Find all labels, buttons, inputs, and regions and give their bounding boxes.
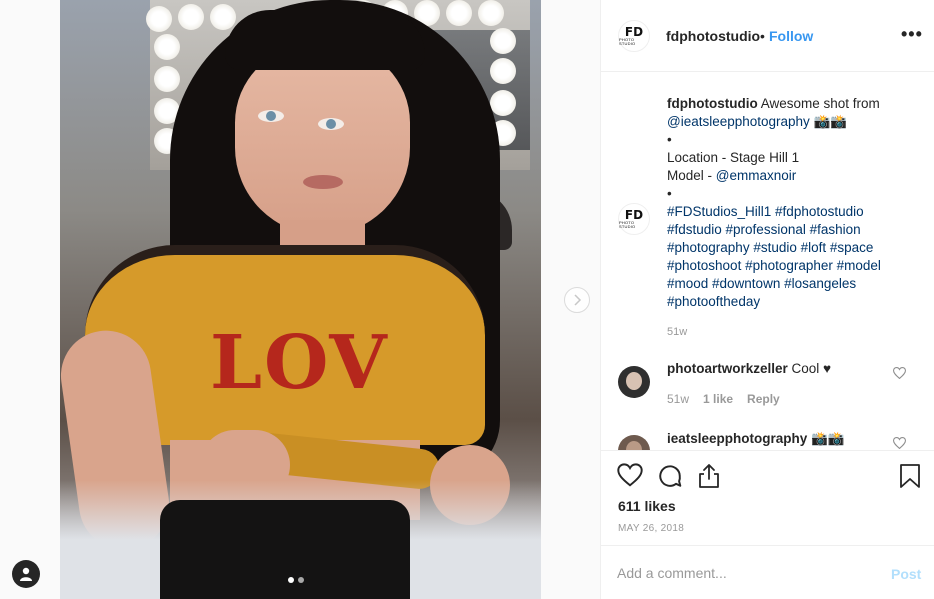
comment-username[interactable]: ieatsleepphotography xyxy=(667,431,807,446)
commenter-avatar[interactable] xyxy=(618,435,650,450)
logo-text: FD xyxy=(624,24,644,39)
comments-section[interactable]: FD PHOTO STUDIO fdphotostudio Awesome sh… xyxy=(601,73,934,450)
reply-button[interactable]: Reply xyxy=(747,392,780,406)
caption-timestamp: 51w xyxy=(667,326,688,338)
comment-text: Cool ♥ xyxy=(791,361,832,376)
logo-text: FD xyxy=(624,207,644,222)
caption-username[interactable]: fdphotostudio xyxy=(667,96,758,111)
eye xyxy=(258,110,284,122)
like-heart-icon[interactable] xyxy=(617,463,643,487)
commenter-avatar[interactable] xyxy=(618,366,650,398)
bookmark-icon[interactable] xyxy=(899,463,921,489)
comment-likes-link[interactable]: 1 like xyxy=(703,392,733,406)
post-side-panel: FD PHOTO STUDIO fdphotostudio • Follow •… xyxy=(600,0,934,599)
hashtag-line[interactable]: #photooftheday xyxy=(667,293,912,311)
caption-model-label: Model - xyxy=(667,168,716,183)
comment-username[interactable]: photoartworkzeller xyxy=(667,361,788,376)
separator-dot: • xyxy=(760,28,765,44)
post-date: MAY 26, 2018 xyxy=(618,523,685,534)
vanity-bulb xyxy=(478,0,504,26)
carousel-indicator xyxy=(288,577,304,583)
comment-text: 📸📸 xyxy=(811,431,845,446)
post-header: FD PHOTO STUDIO fdphotostudio • Follow •… xyxy=(601,0,934,72)
logo-subtext: PHOTO STUDIO xyxy=(619,219,636,229)
follow-button[interactable]: Follow xyxy=(769,28,813,44)
hashtag-line[interactable]: #mood #downtown #losangeles xyxy=(667,275,912,293)
black-briefs xyxy=(160,500,410,599)
account-button[interactable] xyxy=(12,560,40,588)
vanity-bulb xyxy=(490,28,516,54)
add-comment-input[interactable] xyxy=(617,560,877,586)
shirt-print: LOV xyxy=(210,320,389,406)
post-caption: fdphotostudio Awesome shot from @ieatsle… xyxy=(667,95,912,311)
hashtag-line[interactable]: #photography #studio #loft #space xyxy=(667,239,912,257)
share-icon[interactable] xyxy=(697,463,721,489)
likes-count[interactable]: 611 likes xyxy=(618,498,676,514)
vanity-bulb xyxy=(146,6,172,32)
model-mention-link[interactable]: @emmaxnoir xyxy=(716,168,796,183)
caption-location: Location - Stage Hill 1 xyxy=(667,150,800,165)
comment-item: photoartworkzeller Cool ♥ xyxy=(667,361,831,376)
user-icon xyxy=(20,567,32,581)
vanity-bulb xyxy=(154,34,180,60)
caption-bullet: • xyxy=(667,186,672,201)
comment-bubble-icon[interactable] xyxy=(657,463,683,489)
post-comment-button[interactable]: Post xyxy=(891,566,921,582)
carousel-dot xyxy=(298,577,304,583)
lips xyxy=(303,175,343,189)
caption-avatar[interactable]: FD PHOTO STUDIO xyxy=(618,203,650,235)
vanity-bulb xyxy=(210,4,236,30)
vanity-bulb xyxy=(490,90,516,116)
hashtag-line[interactable]: #FDStudios_Hill1 #fdphotostudio xyxy=(667,203,912,221)
more-options-button[interactable]: ••• xyxy=(901,24,923,45)
post-actions: 611 likes MAY 26, 2018 xyxy=(601,450,934,545)
comment-timestamp: 51w xyxy=(667,392,690,406)
comment-meta: 51w 1 like Reply xyxy=(667,392,794,406)
like-comment-heart-icon[interactable] xyxy=(893,437,906,449)
face xyxy=(235,45,410,235)
next-photo-button[interactable] xyxy=(564,287,590,313)
comment-item: ieatsleepphotography 📸📸 xyxy=(667,431,845,447)
post-photo[interactable]: LOV xyxy=(60,0,541,599)
vanity-bulb xyxy=(446,0,472,26)
profile-avatar[interactable]: FD PHOTO STUDIO xyxy=(618,20,650,52)
eye xyxy=(318,118,344,130)
caption-bullet: • xyxy=(667,132,672,147)
logo-subtext: PHOTO STUDIO xyxy=(619,36,636,46)
vanity-bulb xyxy=(490,58,516,84)
chevron-right-icon xyxy=(574,294,582,306)
caption-text: Awesome shot from xyxy=(760,96,880,111)
hashtag-line[interactable]: #fdstudio #professional #fashion xyxy=(667,221,912,239)
carousel-dot-active xyxy=(288,577,294,583)
add-comment-bar: Post xyxy=(601,545,934,599)
vanity-bulb xyxy=(178,4,204,30)
post-username[interactable]: fdphotostudio xyxy=(666,28,760,44)
bangs xyxy=(225,10,425,70)
like-comment-heart-icon[interactable] xyxy=(893,367,906,379)
vanity-bulb xyxy=(154,66,180,92)
mention-link[interactable]: @ieatsleepphotography xyxy=(667,114,810,129)
hashtag-line[interactable]: #photoshoot #photographer #model xyxy=(667,257,912,275)
caption-emoji: 📸📸 xyxy=(813,114,848,129)
